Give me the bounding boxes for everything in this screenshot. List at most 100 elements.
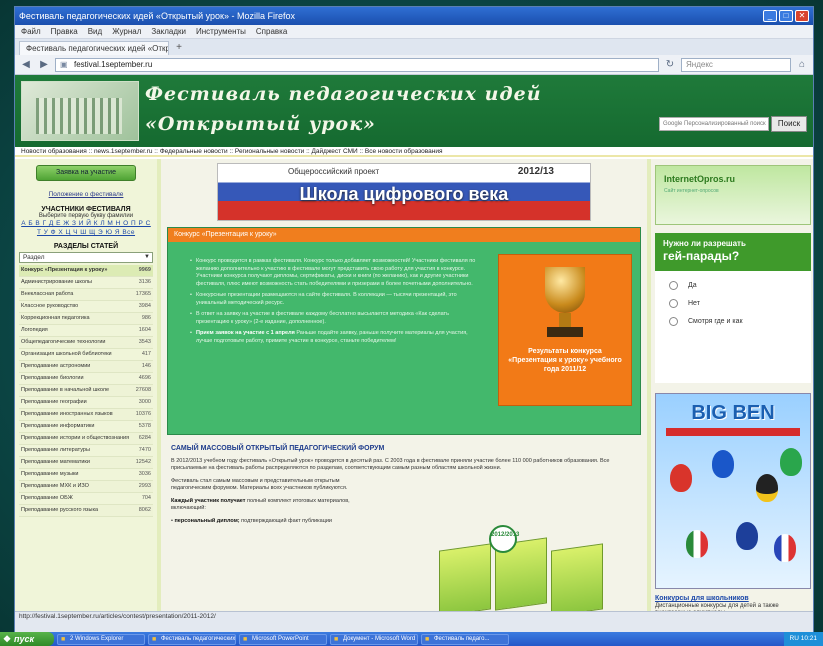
poll-option-label: Нет: [688, 300, 700, 307]
browser-search-input[interactable]: Яндекс: [681, 57, 791, 72]
category-row[interactable]: Преподавание музыки 3036: [19, 469, 153, 481]
regulations-link[interactable]: Положение о фестивале: [15, 191, 157, 198]
reload-icon[interactable]: ↻: [663, 58, 677, 72]
poll-option[interactable]: Нет: [669, 299, 811, 308]
category-count: 1604: [138, 327, 151, 333]
category-row[interactable]: Преподавание МХК и ИЗО 2993: [19, 481, 153, 493]
menu-file[interactable]: Файл: [21, 27, 41, 36]
category-count: 704: [141, 495, 151, 501]
status-bar: http://festival.1september.ru/articles/c…: [15, 611, 813, 633]
taskbar-item[interactable]: Microsoft PowerPoint: [239, 633, 327, 645]
category-name: Внеклассная работа: [21, 291, 74, 297]
news-links-bar[interactable]: Новости образования :: news.1september.r…: [15, 147, 813, 157]
site-title-line2: «Открытый урок»: [145, 113, 376, 135]
category-name: Организация школьной библиотеки: [21, 351, 112, 357]
minimize-button[interactable]: _: [763, 10, 777, 22]
maximize-button[interactable]: □: [779, 10, 793, 22]
category-count: 3984: [138, 303, 151, 309]
category-row[interactable]: Преподавание географии 3000: [19, 397, 153, 409]
contest-title[interactable]: Конкурс «Презентация к уроку»: [168, 228, 640, 242]
taskbar-item[interactable]: Документ - Microsoft Word: [330, 633, 418, 645]
alphabet-links[interactable]: А Б В Г Д Е Ж З И Й К Л М Н О П Р С Т У …: [15, 219, 157, 237]
category-count: 6284: [138, 435, 151, 441]
schools-contest-link[interactable]: Конкурсы для школьников: [655, 595, 811, 602]
category-count: 417: [141, 351, 151, 357]
category-name: Конкурс «Презентация к уроку»: [21, 267, 108, 273]
taskbar-item[interactable]: Фестиваль педагогических: [148, 633, 236, 645]
forum-heading: САМЫЙ МАССОВЫЙ ОТКРЫТЫЙ ПЕДАГОГИЧЕСКИЙ Ф…: [171, 445, 385, 452]
menu-help[interactable]: Справка: [256, 27, 287, 36]
category-row[interactable]: Преподавание литературы 7470: [19, 445, 153, 457]
category-count: 12542: [135, 459, 151, 465]
menu-view[interactable]: Вид: [88, 27, 102, 36]
category-row[interactable]: Коррекционная педагогика 986: [19, 313, 153, 325]
poll-option[interactable]: Смотря где и как: [669, 317, 811, 326]
right-sidebar: InternetOpros.ru Сайт интернет-опросов Н…: [651, 159, 813, 613]
category-row[interactable]: Преподавание математики 12542: [19, 457, 153, 469]
address-bar[interactable]: festival.1september.ru: [55, 57, 659, 72]
new-tab-button[interactable]: +: [172, 42, 186, 55]
category-count: 2993: [138, 483, 151, 489]
category-row[interactable]: Конкурс «Презентация к уроку» 9969: [19, 265, 153, 277]
site-search-input[interactable]: Google Персонализированный поиск: [659, 117, 769, 131]
menu-tools[interactable]: Инструменты: [196, 27, 246, 36]
category-row[interactable]: Организация школьной библиотеки 417: [19, 349, 153, 361]
category-row[interactable]: Преподавание информатики 5378: [19, 421, 153, 433]
back-arrow-icon[interactable]: ◀: [19, 58, 33, 72]
radio-button[interactable]: [669, 317, 678, 326]
category-row[interactable]: Преподавание иностранных языков 10376: [19, 409, 153, 421]
category-count: 3136: [138, 279, 151, 285]
tab-festival[interactable]: Фестиваль педагогических идей «Открыт...: [19, 41, 169, 55]
category-row[interactable]: Преподавание астрономии 146: [19, 361, 153, 373]
start-button[interactable]: пуск: [0, 632, 54, 646]
category-row[interactable]: Преподавание истории и обществознания 628…: [19, 433, 153, 445]
tab-bar: Фестиваль педагогических идей «Открыт...…: [15, 39, 813, 55]
close-button[interactable]: ✕: [795, 10, 809, 22]
taskbar-item[interactable]: Фестиваль педаго...: [421, 633, 509, 645]
banner-title: Школа цифрового века: [299, 184, 509, 204]
category-name: Преподавание музыки: [21, 471, 79, 477]
category-row[interactable]: Внеклассная работа 17365: [19, 289, 153, 301]
radio-button[interactable]: [669, 299, 678, 308]
apply-button[interactable]: Заявка на участие: [36, 165, 136, 181]
participant-gets-bold: Каждый участник получает: [171, 498, 246, 504]
navigation-bar: ◀ ▶ festival.1september.ru ↻ Яндекс ⌂: [15, 55, 813, 75]
category-row[interactable]: Преподавание в начальной школе 27608: [19, 385, 153, 397]
trophy-stem: [559, 313, 571, 327]
menu-edit[interactable]: Правка: [51, 27, 78, 36]
site-search-button[interactable]: Поиск: [771, 116, 807, 132]
forward-arrow-icon[interactable]: ▶: [37, 58, 51, 72]
title-bar[interactable]: Фестиваль педагогических идей «Открытый …: [15, 7, 813, 25]
home-icon[interactable]: ⌂: [795, 58, 809, 72]
category-row[interactable]: Логопедия 1604: [19, 325, 153, 337]
radio-button[interactable]: [669, 281, 678, 290]
digital-school-banner[interactable]: Общероссийский проект 2012/13 Школа цифр…: [217, 163, 591, 221]
category-name: Логопедия: [21, 327, 48, 333]
menu-history[interactable]: Журнал: [112, 27, 141, 36]
poll-option[interactable]: Да: [669, 281, 811, 290]
category-row[interactable]: Преподавание биологии 4696: [19, 373, 153, 385]
bigben-stripe: [666, 428, 800, 436]
taskbar-item[interactable]: 2 Windows Explorer: [57, 633, 145, 645]
menu-bookmarks[interactable]: Закладки: [151, 27, 186, 36]
category-name: Преподавание информатики: [21, 423, 95, 429]
category-name: Преподавание ОБЖ: [21, 495, 73, 501]
internetopros-ad[interactable]: InternetOpros.ru Сайт интернет-опросов: [655, 165, 811, 225]
category-row[interactable]: Общепедагогические технологии 3543: [19, 337, 153, 349]
category-name: Преподавание истории и обществознания: [21, 435, 130, 441]
contest-results-box[interactable]: Результаты конкурса «Презентация к уроку…: [498, 254, 632, 406]
category-row[interactable]: Преподавание ОБЖ 704: [19, 493, 153, 505]
section-select[interactable]: Раздел: [19, 252, 153, 263]
bigben-ad[interactable]: BIG BEN: [655, 393, 811, 589]
category-name: Преподавание астрономии: [21, 363, 91, 369]
category-row[interactable]: Классное руководство 3984: [19, 301, 153, 313]
category-row[interactable]: Преподавание русского языка 8062: [19, 505, 153, 517]
category-name: Коррекционная педагогика: [21, 315, 90, 321]
category-name: Преподавание биологии: [21, 375, 84, 381]
window-title: Фестиваль педагогических идей «Открытый …: [19, 11, 295, 21]
bigben-title: BIG BEN: [691, 402, 775, 424]
category-row[interactable]: Администрирование школы 3136: [19, 277, 153, 289]
browser-window: Фестиваль педагогических идей «Открытый …: [14, 6, 814, 634]
category-name: Преподавание в начальной школе: [21, 387, 110, 393]
category-count: 4696: [138, 375, 151, 381]
